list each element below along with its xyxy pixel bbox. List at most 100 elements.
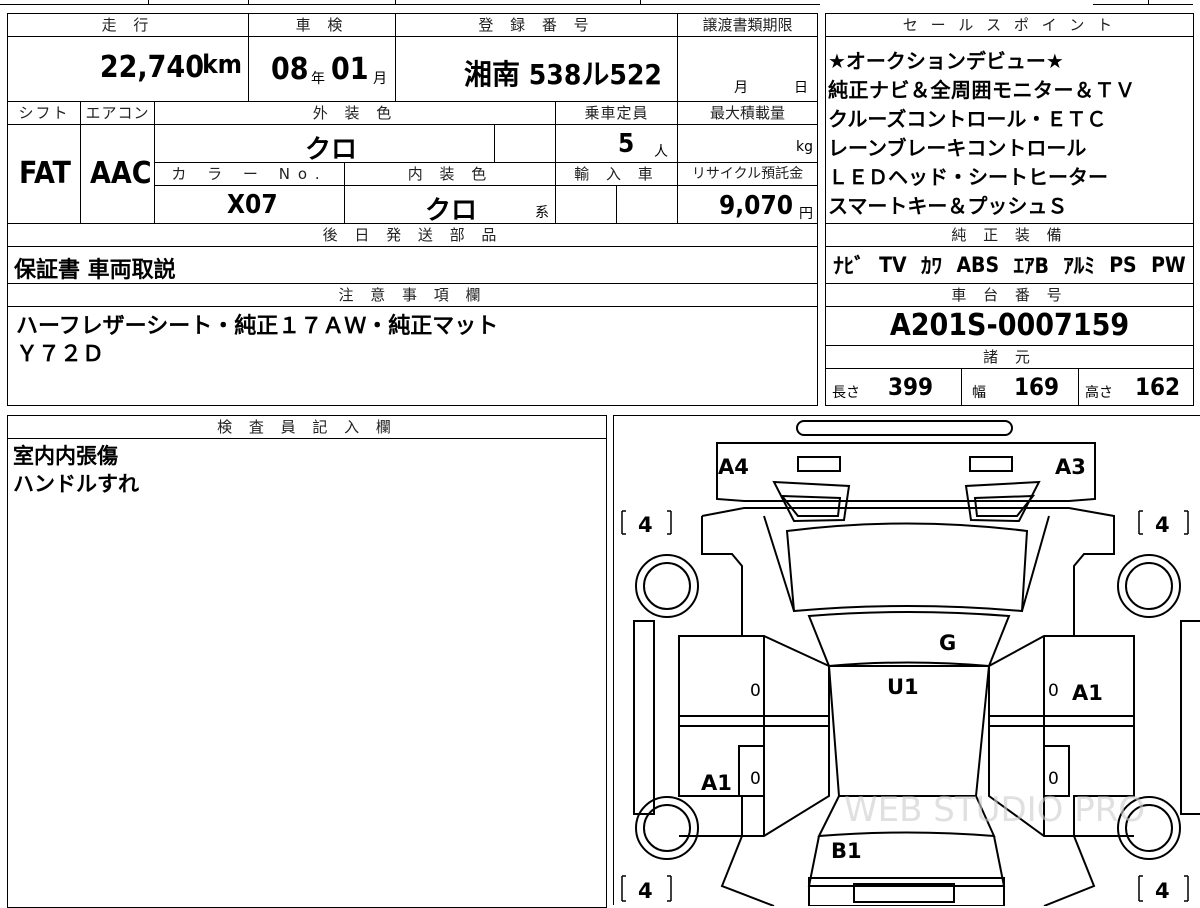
interior-color-suffix: 系 bbox=[535, 205, 549, 221]
vehicle-info-table: 走 行 車 検 登 録 番 号 譲渡書類期限 22,740 km 08 年 01… bbox=[7, 13, 818, 284]
length-cell: 長さ 399 bbox=[825, 368, 962, 406]
exterior-color-value: クロ bbox=[305, 135, 358, 165]
color-no-cell: X07 bbox=[154, 185, 345, 224]
color-no-header: カ ラ ー No. bbox=[154, 162, 345, 186]
shift-cell: FAT bbox=[7, 124, 81, 224]
interior-color-cell: クロ 系 bbox=[344, 185, 556, 226]
door-count: 0 bbox=[1048, 681, 1059, 701]
sales-point-line: 純正ナビ＆全周囲モニター＆ＴＶ bbox=[828, 78, 1136, 102]
notes-body: ハーフレザーシート・純正１７ＡＷ・純正マット Ｙ７２Ｄ bbox=[7, 306, 818, 406]
import-header: 輸 入 車 bbox=[555, 162, 678, 186]
notes-line: ハーフレザーシート・純正１７ＡＷ・純正マット bbox=[16, 314, 499, 339]
mileage-cell: 22,740 km bbox=[7, 36, 249, 102]
inspection-year-unit: 年 bbox=[311, 71, 325, 87]
height-cell: 高さ 162 bbox=[1078, 368, 1194, 406]
equipment-item: ｱﾙﾐ bbox=[1063, 254, 1095, 278]
chassis-header: 車 台 番 号 bbox=[825, 283, 1194, 307]
max-load-unit: kg bbox=[796, 139, 813, 155]
transfer-deadline-cell: 月 日 bbox=[677, 36, 818, 102]
import-cell-left bbox=[555, 185, 617, 224]
max-load-cell: kg bbox=[677, 124, 818, 163]
damage-marker-u1: U1 bbox=[887, 675, 919, 699]
mileage-unit: km bbox=[202, 50, 242, 80]
recycle-value: 9,070 bbox=[719, 191, 793, 221]
notes-header: 注 意 事 項 欄 bbox=[7, 283, 818, 307]
chassis-number-cell: A201S-0007159 bbox=[825, 306, 1194, 346]
sales-points-panel: セ ー ル ス ポ イ ン ト ★オークションデビュー★ 純正ナビ＆全周囲モニタ… bbox=[825, 13, 1194, 284]
inspection-cell: 08 年 01 月 bbox=[248, 36, 396, 102]
aircon-value: AAC bbox=[90, 156, 152, 191]
sales-points-header: セ ー ル ス ポ イ ン ト bbox=[825, 13, 1194, 37]
recycle-unit: 円 bbox=[799, 206, 813, 222]
sales-point-line: ＬＥＤヘッド・シートヒーター bbox=[828, 165, 1108, 189]
equipment-item: PS bbox=[1109, 253, 1137, 277]
sales-point-line: レーンブレーキコントロール bbox=[828, 136, 1087, 160]
inspector-body: 室内内張傷 ハンドルすれ bbox=[7, 438, 607, 908]
door-count: 0 bbox=[750, 681, 761, 701]
sales-point-line: クルーズコントロール・ＥＴＣ bbox=[828, 107, 1107, 131]
damage-marker-a1-right: A1 bbox=[1072, 681, 1103, 705]
inspector-panel: 検 査 員 記 入 欄 室内内張傷 ハンドルすれ bbox=[7, 415, 607, 908]
sales-point-line: スマートキー＆プッシュＳ bbox=[828, 194, 1068, 218]
mileage-header: 走 行 bbox=[7, 13, 249, 37]
inspection-month-unit: 月 bbox=[373, 71, 387, 87]
recycle-cell: 9,070 円 bbox=[677, 185, 818, 224]
aircon-header: エアコン bbox=[80, 101, 155, 125]
damage-marker-g: G bbox=[939, 631, 956, 655]
exterior-color-sub-cell bbox=[494, 124, 556, 163]
top-strip bbox=[0, 0, 1200, 6]
recycle-header: リサイクル預託金 bbox=[677, 162, 818, 186]
length-label: 長さ bbox=[832, 385, 860, 401]
aircon-cell: AAC bbox=[80, 124, 155, 224]
sales-point-line: ★オークションデビュー★ bbox=[828, 49, 1064, 73]
height-value: 162 bbox=[1135, 373, 1181, 401]
spec-header: 諸 元 bbox=[825, 345, 1194, 369]
capacity-header: 乗車定員 bbox=[555, 101, 678, 125]
damage-marker-a3: A3 bbox=[1055, 455, 1086, 479]
capacity-cell: 5 人 bbox=[555, 124, 678, 163]
transfer-deadline-header: 譲渡書類期限 bbox=[677, 13, 818, 37]
genuine-equipment-body: ﾅﾋﾞ TV ｶﾜ ABS ｴｱB ｱﾙﾐ PS PW bbox=[825, 246, 1194, 284]
width-label: 幅 bbox=[972, 385, 986, 401]
equipment-item: ｴｱB bbox=[1013, 254, 1049, 278]
later-parts-header: 後 日 発 送 部 品 bbox=[7, 223, 818, 247]
equipment-item: ﾅﾋﾞ bbox=[833, 254, 865, 278]
car-diagram: WEB STUDIO PRO 4 4 4 4 0 0 0 0 A4 A3 G U… bbox=[621, 420, 1200, 906]
inspection-header: 車 検 bbox=[248, 13, 396, 37]
tire-tread-rear-left: 4 bbox=[638, 879, 653, 903]
registration-header: 登 録 番 号 bbox=[395, 13, 678, 37]
inspector-header: 検 査 員 記 入 欄 bbox=[7, 415, 607, 439]
tire-tread-front-right: 4 bbox=[1155, 513, 1170, 537]
width-value: 169 bbox=[1014, 373, 1060, 401]
door-count: 0 bbox=[750, 769, 761, 789]
later-parts-value: 保証書 車両取説 bbox=[14, 258, 176, 283]
later-parts-cell: 保証書 車両取説 bbox=[7, 246, 818, 284]
length-value: 399 bbox=[888, 373, 934, 401]
chassis-panel: 車 台 番 号 A201S-0007159 諸 元 長さ 399 幅 169 高… bbox=[825, 283, 1194, 406]
damage-marker-a4: A4 bbox=[718, 455, 749, 479]
equipment-item: ｶﾜ bbox=[921, 254, 943, 278]
registration-cell: 湘南 538ル522 bbox=[395, 36, 678, 102]
damage-marker-a1-left: A1 bbox=[701, 771, 732, 795]
transfer-day-unit: 日 bbox=[794, 80, 808, 96]
capacity-unit: 人 bbox=[654, 144, 668, 160]
color-no-value: X07 bbox=[227, 190, 278, 220]
notes-panel: 注 意 事 項 欄 ハーフレザーシート・純正１７ＡＷ・純正マット Ｙ７２Ｄ bbox=[7, 283, 818, 406]
genuine-equipment-header: 純 正 装 備 bbox=[825, 223, 1194, 247]
sales-points-body: ★オークションデビュー★ 純正ナビ＆全周囲モニター＆ＴＶ クルーズコントロール・… bbox=[825, 36, 1194, 224]
tire-tread-front-left: 4 bbox=[638, 513, 653, 537]
max-load-header: 最大積載量 bbox=[677, 101, 818, 125]
equipment-item: TV bbox=[879, 253, 907, 277]
inspector-line: ハンドルすれ bbox=[13, 472, 139, 496]
import-cell-right bbox=[616, 185, 678, 224]
notes-line: Ｙ７２Ｄ bbox=[16, 342, 105, 367]
shift-header: シフト bbox=[7, 101, 81, 125]
exterior-color-cell: クロ bbox=[154, 124, 495, 165]
tire-tread-rear-right: 4 bbox=[1155, 879, 1170, 903]
damage-marker-b1: B1 bbox=[831, 839, 862, 863]
inspection-year: 08 bbox=[271, 52, 309, 87]
interior-color-header: 内 装 色 bbox=[344, 162, 556, 186]
damage-diagram-panel: WEB STUDIO PRO 4 4 4 4 0 0 0 0 A4 A3 G U… bbox=[613, 415, 1200, 906]
equipment-item: ABS bbox=[956, 253, 1000, 277]
transfer-month-unit: 月 bbox=[734, 80, 748, 96]
